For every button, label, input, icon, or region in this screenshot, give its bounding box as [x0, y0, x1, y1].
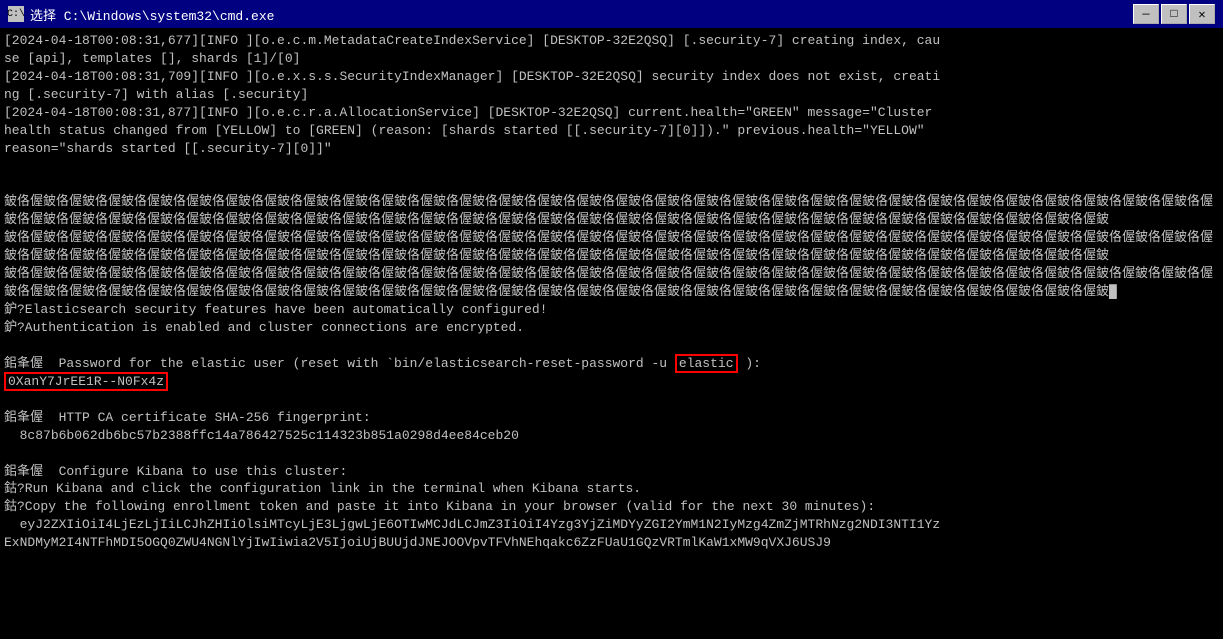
terminal-garbled-3: 鈹佫偓鈹佫偓鈹佫偓鈹佫偓鈹佫偓鈹佫偓鈹佫偓鈹佫偓鈹佫偓鈹佫偓鈹佫偓鈹佫偓鈹佫偓鈹… — [4, 265, 1219, 301]
window: C:\ 选择 C:\Windows\system32\cmd.exe — □ ✕… — [0, 0, 1223, 639]
terminal-line: [2024-04-18T00:08:31,709][INFO ][o.e.x.s… — [4, 68, 1219, 86]
terminal-line: 鈷?Run Kibana and click the configuration… — [4, 480, 1219, 498]
terminal-line: health status changed from [YELLOW] to [… — [4, 122, 1219, 140]
terminal-line: ExNDMyM2I4NTFhMDI5OGQ0ZWU4NGNlYjIwIiwia2… — [4, 534, 1219, 552]
maximize-button[interactable]: □ — [1161, 4, 1187, 24]
titlebar: C:\ 选择 C:\Windows\system32\cmd.exe — □ ✕ — [0, 0, 1223, 28]
terminal-line: se [api], templates [], shards [1]/[0] — [4, 50, 1219, 68]
elastic-highlight: elastic — [675, 354, 738, 373]
terminal-line: 鈩?Authentication is enabled and cluster … — [4, 319, 1219, 337]
titlebar-controls: — □ ✕ — [1133, 4, 1215, 24]
terminal-line — [4, 391, 1219, 409]
terminal-line — [4, 445, 1219, 463]
close-button[interactable]: ✕ — [1189, 4, 1215, 24]
terminal-line — [4, 176, 1219, 194]
terminal-body: [2024-04-18T00:08:31,677][INFO ][o.e.c.m… — [0, 28, 1223, 639]
terminal-line-password-label: 鈻夆偓 Password for the elastic user (reset… — [4, 355, 1219, 373]
minimize-button[interactable]: — — [1133, 4, 1159, 24]
terminal-garbled-1: 鈹佫偓鈹佫偓鈹佫偓鈹佫偓鈹佫偓鈹佫偓鈹佫偓鈹佫偓鈹佫偓鈹佫偓鈹佫偓鈹佫偓鈹佫偓鈹… — [4, 193, 1219, 229]
terminal-line: 鈷?Copy the following enrollment token an… — [4, 498, 1219, 516]
password-value: 0XanY7JrEE1R--N0Fx4z — [4, 372, 168, 391]
terminal-line — [4, 337, 1219, 355]
terminal-garbled-2: 鈹佫偓鈹佫偓鈹佫偓鈹佫偓鈹佫偓鈹佫偓鈹佫偓鈹佫偓鈹佫偓鈹佫偓鈹佫偓鈹佫偓鈹佫偓鈹… — [4, 229, 1219, 265]
terminal-line: 鈻夆偓 HTTP CA certificate SHA-256 fingerpr… — [4, 409, 1219, 427]
terminal-line — [4, 158, 1219, 176]
terminal-line: reason="shards started [[.security-7][0]… — [4, 140, 1219, 158]
terminal-line-password: 0XanY7JrEE1R--N0Fx4z — [4, 373, 1219, 391]
terminal-line: 鈩?Elasticsearch security features have b… — [4, 301, 1219, 319]
terminal-line: 8c87b6b062db6bc57b2388ffc14a786427525c11… — [4, 427, 1219, 445]
terminal-line: [2024-04-18T00:08:31,877][INFO ][o.e.c.r… — [4, 104, 1219, 122]
terminal-line: 鈻夆偓 Configure Kibana to use this cluster… — [4, 463, 1219, 481]
terminal-line: ng [.security-7] with alias [.security] — [4, 86, 1219, 104]
terminal-line: eyJ2ZXIiOiI4LjEzLjIiLCJhZHIiOlsiMTcyLjE3… — [4, 516, 1219, 534]
cmd-icon: C:\ — [8, 6, 24, 22]
titlebar-title: 选择 C:\Windows\system32\cmd.exe — [30, 5, 274, 24]
terminal-line: [2024-04-18T00:08:31,677][INFO ][o.e.c.m… — [4, 32, 1219, 50]
titlebar-left: C:\ 选择 C:\Windows\system32\cmd.exe — [8, 5, 274, 24]
